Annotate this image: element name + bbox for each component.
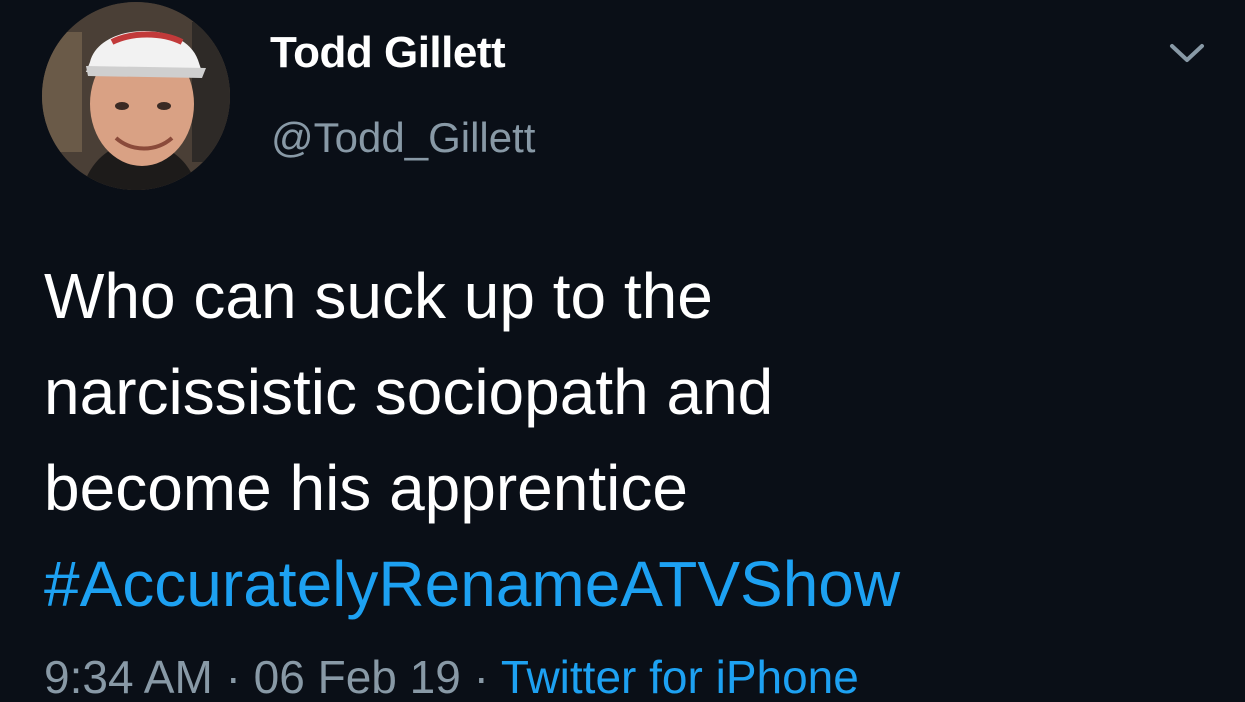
tweet-date: 06 Feb 19 — [253, 651, 461, 702]
author-avatar[interactable] — [42, 2, 230, 190]
tweet-source-link[interactable]: Twitter for iPhone — [501, 651, 859, 702]
author-handle[interactable]: @Todd_Gillett — [271, 114, 535, 162]
author-display-name[interactable]: Todd Gillett — [270, 28, 506, 78]
tweet-text-line: Who can suck up to the — [44, 260, 713, 332]
tweet-text: Who can suck up to the narcissistic soci… — [44, 248, 1204, 632]
meta-separator: · — [473, 651, 489, 702]
hashtag-link[interactable]: #AccuratelyRenameATVShow — [44, 536, 1204, 632]
chevron-down-icon[interactable] — [1164, 34, 1210, 70]
meta-separator: · — [225, 651, 241, 702]
tweet-time: 9:34 AM — [44, 651, 213, 702]
tweet-metadata: 9:34 AM · 06 Feb 19 · Twitter for iPhone — [44, 650, 859, 702]
profile-photo-icon — [42, 2, 230, 190]
tweet-text-line: narcissistic sociopath and — [44, 356, 774, 428]
tweet-text-line: become his apprentice — [44, 452, 688, 524]
